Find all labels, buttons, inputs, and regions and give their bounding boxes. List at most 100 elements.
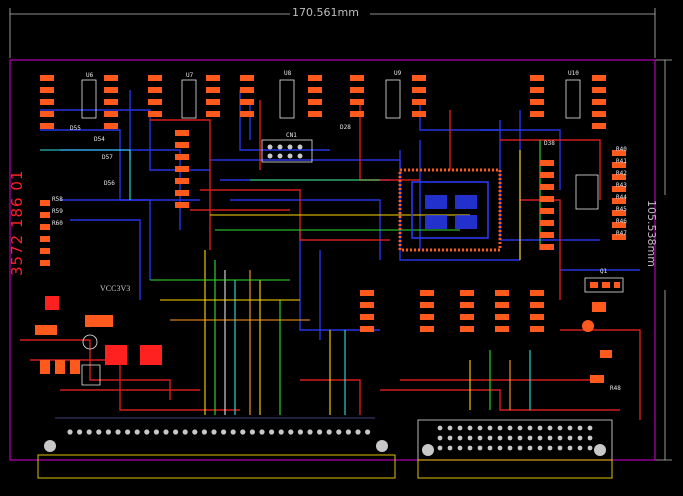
pcb-layout-view[interactable]: [0, 0, 683, 496]
board-width-dimension: 170.561mm: [292, 6, 359, 19]
connector-pin: [577, 425, 583, 431]
connector-pad: [182, 429, 188, 435]
cn1-header: [261, 139, 313, 163]
silk-r40: R40: [616, 146, 627, 153]
connector-pad: [67, 429, 73, 435]
connector-pin: [517, 435, 523, 441]
connector-pad: [297, 429, 303, 435]
connector-pad: [355, 429, 361, 435]
connector-pin: [447, 425, 453, 431]
connector-pin: [547, 445, 553, 451]
connector-pin: [477, 425, 483, 431]
board-height-dimension: 105.538mm: [645, 200, 658, 267]
connector-pad: [221, 429, 227, 435]
board-id-label: 3572 186 01: [8, 169, 26, 276]
silk-u10: U10: [568, 70, 579, 77]
silk-d54: D54: [94, 136, 105, 143]
connector-pad: [105, 429, 111, 435]
connector-pad: [192, 429, 198, 435]
silk-r41: R41: [616, 158, 627, 165]
connector-pin: [527, 425, 533, 431]
connector-pin: [557, 445, 563, 451]
edge-connector-right: [417, 419, 613, 479]
connector-pin: [537, 435, 543, 441]
connector-pin: [517, 445, 523, 451]
qfp-processor: [398, 168, 502, 252]
connector-pin: [487, 435, 493, 441]
connector-pin: [577, 435, 583, 441]
connector-pin: [567, 425, 573, 431]
connector-pad: [317, 429, 323, 435]
connector-pin: [477, 445, 483, 451]
silk-r42: R42: [616, 170, 627, 177]
connector-pin: [457, 425, 463, 431]
connector-pad: [230, 429, 236, 435]
connector-pin: [457, 445, 463, 451]
connector-pad: [173, 429, 179, 435]
connector-pin: [467, 445, 473, 451]
silk-u8: U8: [284, 70, 292, 77]
silk-d38: D38: [544, 140, 555, 147]
connector-pad: [134, 429, 140, 435]
silk-r59: R59: [52, 208, 63, 215]
connector-pad: [345, 429, 351, 435]
smd-resistor-arrays: [40, 75, 626, 332]
connector-pin: [467, 425, 473, 431]
connector-pin: [587, 435, 593, 441]
silk-r46: R46: [616, 218, 627, 225]
silk-r47: R47: [616, 230, 627, 237]
connector-pad: [326, 429, 332, 435]
silk-r58: R58: [52, 196, 63, 203]
silk-d57: D57: [102, 154, 113, 161]
connector-pad: [86, 429, 92, 435]
connector-pin: [487, 445, 493, 451]
silk-u7: U7: [186, 72, 194, 79]
connector-pin: [437, 425, 443, 431]
connector-pin: [577, 445, 583, 451]
connector-pin: [537, 445, 543, 451]
connector-pin: [547, 435, 553, 441]
connector-pin: [527, 435, 533, 441]
silk-r48: R48: [610, 385, 621, 392]
connector-pad: [115, 429, 121, 435]
connector-pad: [240, 429, 246, 435]
connector-pin: [467, 435, 473, 441]
connector-pin: [547, 425, 553, 431]
silk-q1: Q1: [600, 268, 608, 275]
connector-pin: [457, 435, 463, 441]
connector-pad: [307, 429, 313, 435]
connector-pad: [259, 429, 265, 435]
connector-pin: [437, 435, 443, 441]
connector-pad: [288, 429, 294, 435]
connector-pin: [497, 425, 503, 431]
silk-d56: D56: [104, 180, 115, 187]
connector-pin: [447, 445, 453, 451]
silk-u6: U6: [86, 72, 94, 79]
silk-d28: D28: [340, 124, 351, 131]
board-outline: [9, 59, 656, 461]
connector-pad: [125, 429, 131, 435]
connector-pin: [587, 425, 593, 431]
connector-pin: [587, 445, 593, 451]
connector-pin: [497, 435, 503, 441]
connector-pad: [278, 429, 284, 435]
connector-pin: [507, 435, 513, 441]
silk-r44: R44: [616, 194, 627, 201]
connector-pad: [365, 429, 371, 435]
connector-pad: [336, 429, 342, 435]
connector-pin: [447, 435, 453, 441]
connector-pin: [557, 435, 563, 441]
connector-pin: [517, 425, 523, 431]
connector-pin: [487, 425, 493, 431]
connector-pad: [153, 429, 159, 435]
silk-cn1: CN1: [286, 132, 297, 139]
connector-pad: [211, 429, 217, 435]
silk-d55: D55: [70, 125, 81, 132]
connector-pin: [507, 425, 513, 431]
silk-u9: U9: [394, 70, 402, 77]
connector-pad: [249, 429, 255, 435]
edge-connector-left: [37, 417, 396, 479]
connector-pin: [567, 435, 573, 441]
connector-pad: [269, 429, 275, 435]
connector-pin: [437, 445, 443, 451]
